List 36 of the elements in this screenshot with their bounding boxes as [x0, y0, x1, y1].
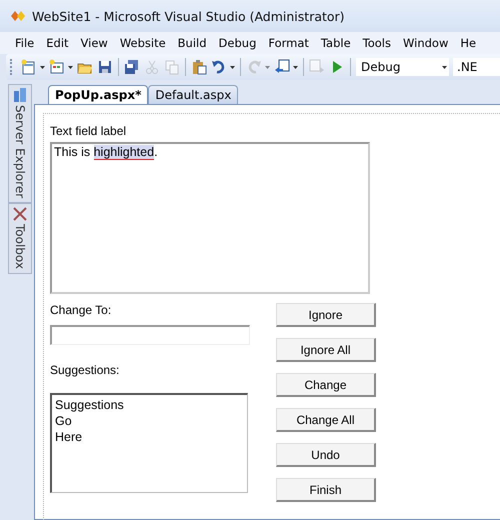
menu-item[interactable]: He: [454, 36, 482, 50]
menu-item[interactable]: Table: [314, 36, 357, 50]
suggestions-listbox[interactable]: Suggestions Go Here: [50, 393, 248, 493]
field-label: Change To:: [50, 303, 112, 317]
window-title: WebSite1 - Microsoft Visual Studio (Administrator): [32, 8, 345, 24]
input-field[interactable]: [50, 325, 250, 345]
app-logo-icon: [10, 10, 26, 22]
list-item[interactable]: Here: [55, 429, 244, 445]
field-label: Text field label: [50, 124, 128, 138]
server-icon: [12, 87, 28, 103]
menu-item[interactable]: File: [9, 36, 40, 50]
form-button[interactable]: Change All: [276, 408, 376, 432]
menu-item[interactable]: Tools: [356, 36, 397, 50]
menu-item[interactable]: Format: [262, 36, 315, 50]
form-button[interactable]: Undo: [276, 443, 376, 467]
menu-item[interactable]: Window: [397, 36, 454, 50]
menu-item[interactable]: Build: [172, 36, 213, 50]
platform-dropdown[interactable]: .NE: [453, 58, 500, 76]
document-tab[interactable]: Default.aspx: [148, 85, 238, 104]
menu-item[interactable]: Edit: [40, 36, 75, 50]
list-item[interactable]: Go: [55, 413, 244, 429]
document-tab[interactable]: PopUp.aspx*: [48, 85, 148, 104]
menu-item[interactable]: Website: [114, 36, 172, 50]
field-label: Suggestions:: [50, 363, 120, 377]
list-item[interactable]: Suggestions: [55, 397, 244, 413]
form-button[interactable]: Change: [276, 373, 376, 397]
menu-item[interactable]: View: [74, 36, 114, 50]
form-button[interactable]: Finish: [276, 478, 376, 502]
text-area[interactable]: This is highlighted.: [50, 142, 370, 294]
side-tab[interactable]: Server Explorer: [8, 84, 32, 204]
menu-item[interactable]: Debug: [212, 36, 262, 50]
form-button[interactable]: Ignore All: [276, 338, 376, 362]
configuration-dropdown[interactable]: Debug: [356, 58, 449, 76]
caret-icon: [442, 66, 447, 68]
form-button[interactable]: Ignore: [276, 303, 376, 327]
side-tab[interactable]: Toolbox: [8, 203, 32, 274]
